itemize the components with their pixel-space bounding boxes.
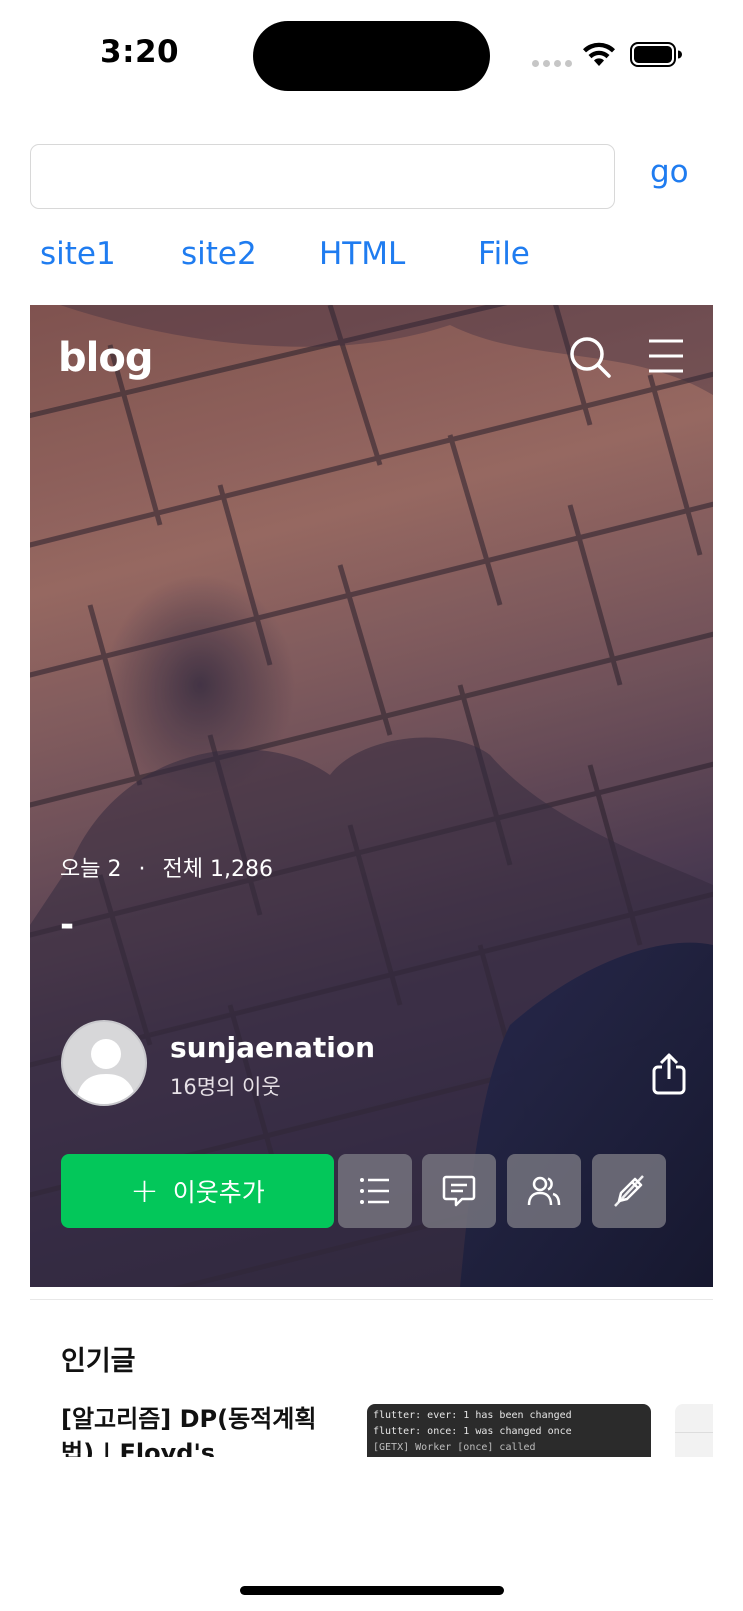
guestbook-button[interactable] — [422, 1154, 496, 1228]
edit-button[interactable] — [592, 1154, 666, 1228]
blog-logo[interactable]: blog — [58, 335, 153, 381]
neighbors-button[interactable] — [507, 1154, 581, 1228]
cover-photo-bricks — [30, 305, 713, 1287]
thumbnail-line: flutter: once: 1 was changed once — [373, 1426, 572, 1437]
visit-stats: 오늘 2 · 전체 1,286 — [60, 851, 273, 883]
popular-section-title: 인기글 — [61, 1346, 136, 1377]
separator-dot: · — [138, 857, 146, 882]
quick-link-site1[interactable]: site1 — [40, 236, 116, 272]
visits-total-label: 전체 — [162, 857, 203, 882]
webview[interactable]: blog 오늘 2 · 전체 1,286 - sunjaenation 16명의… — [30, 305, 713, 1457]
visits-today-count: 2 — [107, 857, 122, 882]
blog-title: - — [60, 905, 75, 945]
section-divider — [30, 1299, 713, 1300]
popular-post-title[interactable]: [알고리즘] DP(동적계획법) | Floyd's Algorithm — [61, 1402, 331, 1457]
add-neighbor-label: 이웃추가 — [172, 1178, 265, 1207]
quick-links: site1 site2 HTML File — [40, 236, 700, 280]
visits-total-count: 1,286 — [209, 857, 273, 882]
comment-icon — [442, 1175, 476, 1207]
cellular-signal-icon — [532, 60, 572, 67]
next-post-thumbnail[interactable] — [675, 1404, 713, 1457]
status-bar: 3:20 — [0, 0, 743, 110]
status-time: 3:20 — [100, 34, 180, 70]
quick-link-site2[interactable]: site2 — [181, 236, 257, 272]
neighbors-icon — [527, 1176, 561, 1206]
home-indicator[interactable] — [240, 1586, 504, 1595]
quick-link-html[interactable]: HTML — [319, 236, 405, 272]
avatar[interactable] — [61, 1020, 147, 1106]
wifi-icon — [583, 42, 615, 66]
edit-icon — [614, 1175, 644, 1207]
post-list-button[interactable] — [338, 1154, 412, 1228]
add-neighbor-button[interactable]: + 이웃추가 — [61, 1154, 334, 1228]
hamburger-menu-icon[interactable] — [647, 337, 685, 375]
profile-nickname[interactable]: sunjaenation — [170, 1031, 375, 1064]
dynamic-island — [253, 21, 490, 91]
list-icon — [360, 1178, 389, 1204]
thumbnail-line: flutter: ever: 1 has been changed — [373, 1410, 572, 1421]
plus-icon: + — [130, 1171, 159, 1211]
blog-cover-image: blog 오늘 2 · 전체 1,286 - sunjaenation 16명의… — [30, 305, 713, 1287]
popular-post-thumbnail[interactable]: flutter: ever: 1 has been changed flutte… — [367, 1404, 651, 1457]
url-input[interactable] — [30, 144, 615, 209]
battery-icon — [630, 42, 682, 67]
thumbnail-line: [GETX] Worker [once] called — [373, 1442, 536, 1453]
quick-link-file[interactable]: File — [478, 236, 530, 272]
visits-today-label: 오늘 — [60, 857, 101, 882]
default-profile-icon — [75, 1039, 137, 1104]
neighbor-count[interactable]: 16명의 이웃 — [170, 1071, 281, 1101]
share-icon[interactable] — [650, 1053, 688, 1095]
search-icon[interactable] — [568, 335, 612, 379]
go-button[interactable]: go — [650, 154, 689, 190]
